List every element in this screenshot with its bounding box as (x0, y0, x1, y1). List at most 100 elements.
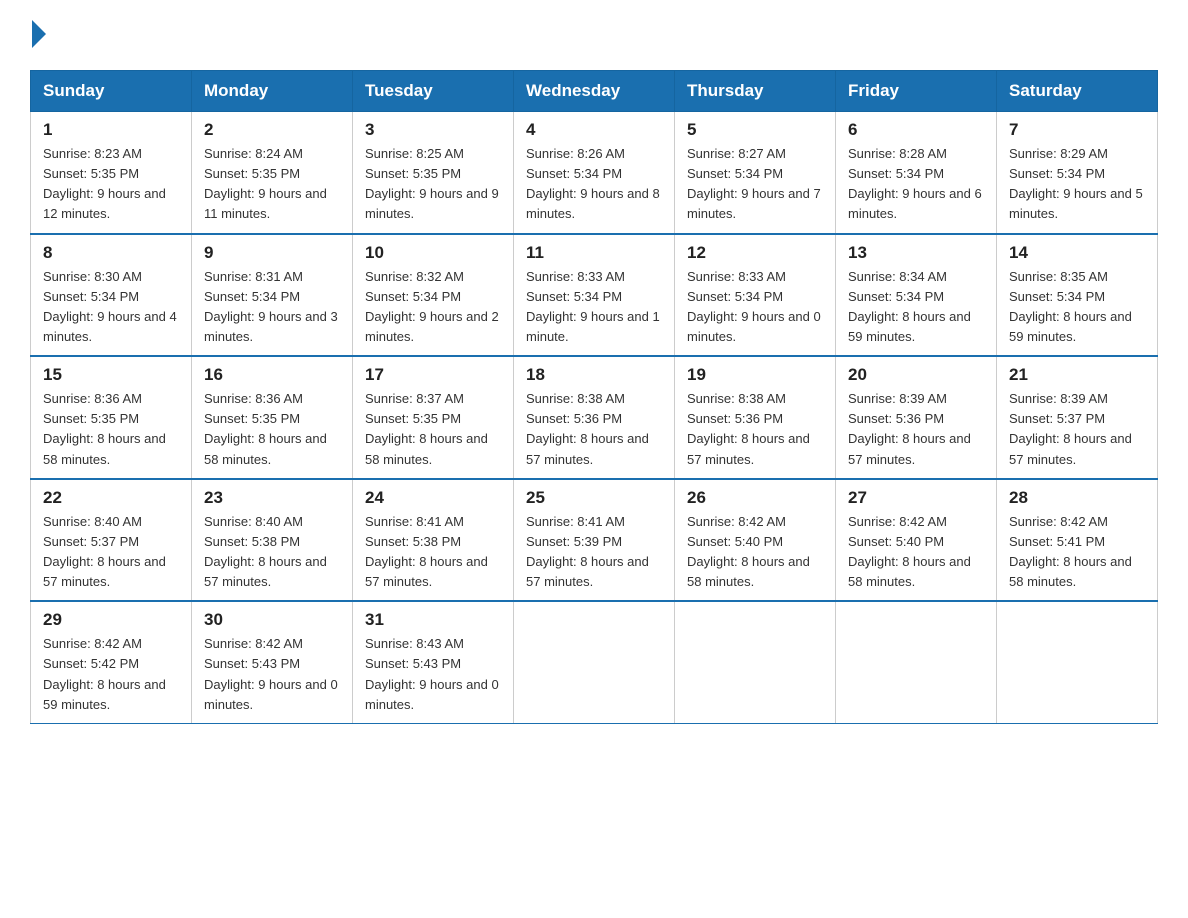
day-number: 24 (365, 488, 501, 508)
day-number: 15 (43, 365, 179, 385)
day-number: 25 (526, 488, 662, 508)
day-number: 18 (526, 365, 662, 385)
calendar-cell: 18 Sunrise: 8:38 AMSunset: 5:36 PMDayligh… (514, 356, 675, 479)
day-number: 7 (1009, 120, 1145, 140)
calendar-table: SundayMondayTuesdayWednesdayThursdayFrid… (30, 70, 1158, 724)
day-info: Sunrise: 8:42 AMSunset: 5:40 PMDaylight:… (687, 512, 823, 593)
day-number: 3 (365, 120, 501, 140)
calendar-cell: 28 Sunrise: 8:42 AMSunset: 5:41 PMDayligh… (997, 479, 1158, 602)
calendar-cell: 16 Sunrise: 8:36 AMSunset: 5:35 PMDayligh… (192, 356, 353, 479)
calendar-cell (514, 601, 675, 723)
day-number: 4 (526, 120, 662, 140)
day-number: 28 (1009, 488, 1145, 508)
day-info: Sunrise: 8:36 AMSunset: 5:35 PMDaylight:… (43, 389, 179, 470)
day-info: Sunrise: 8:27 AMSunset: 5:34 PMDaylight:… (687, 144, 823, 225)
day-info: Sunrise: 8:33 AMSunset: 5:34 PMDaylight:… (687, 267, 823, 348)
day-info: Sunrise: 8:35 AMSunset: 5:34 PMDaylight:… (1009, 267, 1145, 348)
calendar-cell (836, 601, 997, 723)
calendar-cell: 24 Sunrise: 8:41 AMSunset: 5:38 PMDayligh… (353, 479, 514, 602)
calendar-cell: 7 Sunrise: 8:29 AMSunset: 5:34 PMDaylight… (997, 112, 1158, 234)
day-number: 5 (687, 120, 823, 140)
calendar-cell: 30Sunrise: 8:42 AMSunset: 5:43 PMDayligh… (192, 601, 353, 723)
day-info: Sunrise: 8:32 AMSunset: 5:34 PMDaylight:… (365, 267, 501, 348)
day-number: 23 (204, 488, 340, 508)
column-header-wednesday: Wednesday (514, 71, 675, 112)
day-info: Sunrise: 8:29 AMSunset: 5:34 PMDaylight:… (1009, 144, 1145, 225)
day-info: Sunrise: 8:40 AMSunset: 5:37 PMDaylight:… (43, 512, 179, 593)
calendar-cell (997, 601, 1158, 723)
day-info: Sunrise: 8:40 AMSunset: 5:38 PMDaylight:… (204, 512, 340, 593)
day-number: 20 (848, 365, 984, 385)
day-info: Sunrise: 8:38 AMSunset: 5:36 PMDaylight:… (687, 389, 823, 470)
column-header-tuesday: Tuesday (353, 71, 514, 112)
day-number: 6 (848, 120, 984, 140)
calendar-cell: 6 Sunrise: 8:28 AMSunset: 5:34 PMDaylight… (836, 112, 997, 234)
column-header-thursday: Thursday (675, 71, 836, 112)
calendar-cell: 27 Sunrise: 8:42 AMSunset: 5:40 PMDayligh… (836, 479, 997, 602)
day-number: 8 (43, 243, 179, 263)
day-number: 16 (204, 365, 340, 385)
week-row-5: 29 Sunrise: 8:42 AMSunset: 5:42 PMDayligh… (31, 601, 1158, 723)
day-info: Sunrise: 8:43 AMSunset: 5:43 PMDaylight:… (365, 634, 501, 715)
day-number: 12 (687, 243, 823, 263)
calendar-cell: 8 Sunrise: 8:30 AMSunset: 5:34 PMDaylight… (31, 234, 192, 357)
column-header-monday: Monday (192, 71, 353, 112)
calendar-cell: 19 Sunrise: 8:38 AMSunset: 5:36 PMDayligh… (675, 356, 836, 479)
day-number: 13 (848, 243, 984, 263)
day-info: Sunrise: 8:30 AMSunset: 5:34 PMDaylight:… (43, 267, 179, 348)
week-row-3: 15 Sunrise: 8:36 AMSunset: 5:35 PMDayligh… (31, 356, 1158, 479)
calendar-cell: 15 Sunrise: 8:36 AMSunset: 5:35 PMDayligh… (31, 356, 192, 479)
day-info: Sunrise: 8:41 AMSunset: 5:39 PMDaylight:… (526, 512, 662, 593)
calendar-cell: 9 Sunrise: 8:31 AMSunset: 5:34 PMDaylight… (192, 234, 353, 357)
day-number: 26 (687, 488, 823, 508)
day-number: 1 (43, 120, 179, 140)
calendar-cell: 2 Sunrise: 8:24 AMSunset: 5:35 PMDaylight… (192, 112, 353, 234)
day-info: Sunrise: 8:38 AMSunset: 5:36 PMDaylight:… (526, 389, 662, 470)
calendar-cell: 10 Sunrise: 8:32 AMSunset: 5:34 PMDayligh… (353, 234, 514, 357)
day-info: Sunrise: 8:23 AMSunset: 5:35 PMDaylight:… (43, 144, 179, 225)
day-info: Sunrise: 8:34 AMSunset: 5:34 PMDaylight:… (848, 267, 984, 348)
day-info: Sunrise: 8:42 AMSunset: 5:40 PMDaylight:… (848, 512, 984, 593)
day-info: Sunrise: 8:42 AMSunset: 5:41 PMDaylight:… (1009, 512, 1145, 593)
day-info: Sunrise: 8:36 AMSunset: 5:35 PMDaylight:… (204, 389, 340, 470)
day-number: 17 (365, 365, 501, 385)
calendar-cell: 23 Sunrise: 8:40 AMSunset: 5:38 PMDayligh… (192, 479, 353, 602)
day-number: 14 (1009, 243, 1145, 263)
week-row-2: 8 Sunrise: 8:30 AMSunset: 5:34 PMDaylight… (31, 234, 1158, 357)
calendar-cell: 14 Sunrise: 8:35 AMSunset: 5:34 PMDayligh… (997, 234, 1158, 357)
calendar-cell: 25 Sunrise: 8:41 AMSunset: 5:39 PMDayligh… (514, 479, 675, 602)
page-header (30, 20, 1158, 52)
calendar-cell: 20Sunrise: 8:39 AMSunset: 5:36 PMDayligh… (836, 356, 997, 479)
day-info: Sunrise: 8:39 AMSunset: 5:37 PMDaylight:… (1009, 389, 1145, 470)
calendar-cell: 31Sunrise: 8:43 AMSunset: 5:43 PMDayligh… (353, 601, 514, 723)
day-info: Sunrise: 8:33 AMSunset: 5:34 PMDaylight:… (526, 267, 662, 348)
day-info: Sunrise: 8:37 AMSunset: 5:35 PMDaylight:… (365, 389, 501, 470)
calendar-cell: 17 Sunrise: 8:37 AMSunset: 5:35 PMDayligh… (353, 356, 514, 479)
column-header-sunday: Sunday (31, 71, 192, 112)
calendar-cell: 22 Sunrise: 8:40 AMSunset: 5:37 PMDayligh… (31, 479, 192, 602)
calendar-cell (675, 601, 836, 723)
day-info: Sunrise: 8:28 AMSunset: 5:34 PMDaylight:… (848, 144, 984, 225)
day-number: 22 (43, 488, 179, 508)
calendar-cell: 21 Sunrise: 8:39 AMSunset: 5:37 PMDayligh… (997, 356, 1158, 479)
day-number: 2 (204, 120, 340, 140)
column-header-friday: Friday (836, 71, 997, 112)
day-info: Sunrise: 8:24 AMSunset: 5:35 PMDaylight:… (204, 144, 340, 225)
calendar-cell: 3Sunrise: 8:25 AMSunset: 5:35 PMDaylight… (353, 112, 514, 234)
calendar-cell: 11Sunrise: 8:33 AMSunset: 5:34 PMDayligh… (514, 234, 675, 357)
day-number: 29 (43, 610, 179, 630)
calendar-cell: 26 Sunrise: 8:42 AMSunset: 5:40 PMDayligh… (675, 479, 836, 602)
day-number: 10 (365, 243, 501, 263)
day-info: Sunrise: 8:26 AMSunset: 5:34 PMDaylight:… (526, 144, 662, 225)
day-info: Sunrise: 8:41 AMSunset: 5:38 PMDaylight:… (365, 512, 501, 593)
week-row-1: 1 Sunrise: 8:23 AMSunset: 5:35 PMDaylight… (31, 112, 1158, 234)
calendar-cell: 29 Sunrise: 8:42 AMSunset: 5:42 PMDayligh… (31, 601, 192, 723)
day-number: 9 (204, 243, 340, 263)
week-row-4: 22 Sunrise: 8:40 AMSunset: 5:37 PMDayligh… (31, 479, 1158, 602)
day-number: 19 (687, 365, 823, 385)
day-number: 21 (1009, 365, 1145, 385)
day-info: Sunrise: 8:42 AMSunset: 5:42 PMDaylight:… (43, 634, 179, 715)
day-number: 27 (848, 488, 984, 508)
logo (30, 20, 46, 52)
day-info: Sunrise: 8:31 AMSunset: 5:34 PMDaylight:… (204, 267, 340, 348)
